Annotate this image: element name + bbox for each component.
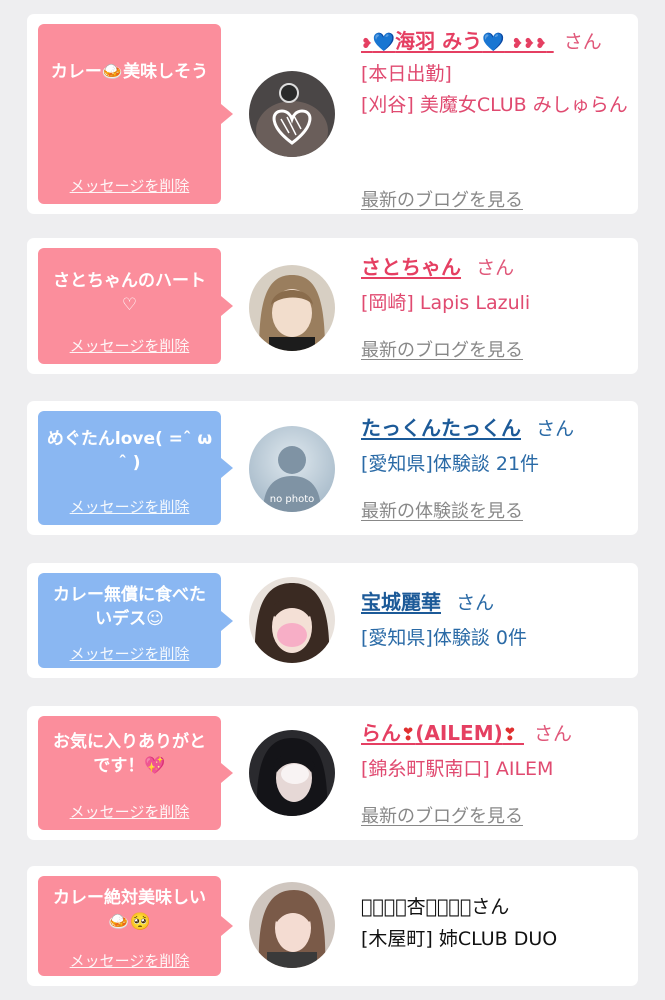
message-bubble: さとちゃんのハート♡ メッセージを削除 xyxy=(38,248,233,364)
message-list: カレー🍛美味しそう メッセージを削除 ❥💙海羽 みう💙 ❥❥❥ さん [本日出勤… xyxy=(0,0,665,1000)
message-bubble: カレー🍛美味しそう メッセージを削除 xyxy=(38,24,233,204)
list-item: カレー無償に食べたいデス☺ メッセージを削除 宝城麗華 さん [愛知県]体験談 … xyxy=(27,563,638,678)
list-item: カレー絶対美味しい🍛🥺 メッセージを削除 ฺ⃝ฺ⃝杏ฺ⃝ฺ⃝さん [木屋町] 姉… xyxy=(27,866,638,986)
delete-message-link[interactable]: メッセージを削除 xyxy=(38,950,221,971)
no-photo-label: no photo xyxy=(270,494,314,505)
message-text: カレー絶対美味しい🍛🥺 xyxy=(53,888,206,932)
message-text: カレー🍛美味しそう xyxy=(50,62,209,82)
latest-blog-link[interactable]: 最新のブログを見る xyxy=(361,336,523,362)
user-info: さとちゃん さん [岡崎] Lapis Lazuli 最新のブログを見る xyxy=(361,252,628,368)
message-text: カレー無償に食べたいデス☺ xyxy=(53,585,206,629)
delete-message-link[interactable]: メッセージを削除 xyxy=(38,335,221,356)
list-item: お気に入りありがとです！💖 メッセージを削除 らん❣(AILEM)❣ さん [錦… xyxy=(27,706,638,840)
message-bubble: カレー無償に食べたいデス☺ メッセージを削除 xyxy=(38,573,233,668)
latest-review-link[interactable]: 最新の体験談を見る xyxy=(361,497,523,523)
honorific: さん xyxy=(456,592,495,614)
user-info: ❥💙海羽 みう💙 ❥❥❥ さん [本日出勤] [刈谷] 美魔女CLUB みしゅら… xyxy=(361,26,628,211)
user-name[interactable]: ฺ⃝ฺ⃝杏ฺ⃝ฺ⃝さん xyxy=(361,892,628,922)
user-name-shop: (AILEM) xyxy=(415,721,503,745)
message-bubble: カレー絶対美味しい🍛🥺 メッセージを削除 xyxy=(38,876,233,976)
shop-text: [岡崎] Lapis Lazuli xyxy=(361,292,531,314)
user-info: らん❣(AILEM)❣ さん [錦糸町駅南口] AILEM 最新のブログを見る xyxy=(361,718,628,832)
honorific: さん xyxy=(533,723,572,745)
user-name-link[interactable]: さとちゃん xyxy=(361,255,461,279)
honorific: さん xyxy=(563,31,602,53)
message-text: お気に入りありがとです！💖 xyxy=(53,732,206,776)
user-name-link[interactable]: 宝城麗華 xyxy=(361,590,441,614)
review-count-text: [愛知県]体験談 0件 xyxy=(361,627,527,649)
shop-text: [木屋町] 姉CLUB DUO xyxy=(361,928,558,950)
user-name: 海羽 みう xyxy=(395,29,483,53)
message-bubble: めぐたんlove( =ˆ ω ˆ ) メッセージを削除 xyxy=(38,411,233,525)
honorific: さん xyxy=(476,257,515,279)
user-name: らん xyxy=(361,721,401,745)
delete-message-link[interactable]: メッセージを削除 xyxy=(38,801,221,822)
list-item: めぐたんlove( =ˆ ω ˆ ) メッセージを削除 no photo たっく… xyxy=(27,401,638,535)
blue-heart-icon: 💙 xyxy=(482,32,505,53)
avatar[interactable] xyxy=(249,882,335,968)
shop-text: [錦糸町駅南口] AILEM xyxy=(361,758,554,780)
avatar[interactable] xyxy=(249,71,335,157)
message-text: めぐたんlove( =ˆ ω ˆ ) xyxy=(46,429,213,473)
heart-exclamation-icon: ❣ xyxy=(401,725,416,745)
list-item: カレー🍛美味しそう メッセージを削除 ❥💙海羽 みう💙 ❥❥❥ さん [本日出勤… xyxy=(27,14,638,214)
avatar[interactable] xyxy=(249,730,335,816)
avatar[interactable]: no photo xyxy=(249,426,335,512)
latest-blog-link[interactable]: 最新のブログを見る xyxy=(361,802,523,828)
user-info: ฺ⃝ฺ⃝杏ฺ⃝ฺ⃝さん [木屋町] 姉CLUB DUO xyxy=(361,892,628,972)
user-info: 宝城麗華 さん [愛知県]体験談 0件 xyxy=(361,587,628,667)
delete-message-link[interactable]: メッセージを削除 xyxy=(38,643,221,664)
avatar[interactable] xyxy=(249,265,335,351)
arrow-icon: ❥ xyxy=(361,36,373,52)
status-text: [本日出勤] xyxy=(361,63,452,85)
review-count-text: [愛知県]体験談 21件 xyxy=(361,453,540,475)
user-info: たっくんたっくん さん [愛知県]体験談 21件 最新の体験談を見る xyxy=(361,413,628,527)
delete-message-link[interactable]: メッセージを削除 xyxy=(38,175,221,196)
user-name-link[interactable]: たっくんたっくん xyxy=(361,416,521,440)
heart-exclamation-icon: ❣ xyxy=(502,725,518,745)
avatar[interactable] xyxy=(249,577,335,663)
honorific: さん xyxy=(536,418,575,440)
message-bubble: お気に入りありがとです！💖 メッセージを削除 xyxy=(38,716,233,830)
arrow-icon: ❥❥❥ xyxy=(511,36,547,52)
blue-heart-icon: 💙 xyxy=(372,32,396,53)
user-name-link[interactable]: らん❣(AILEM)❣ xyxy=(361,721,524,745)
shop-text: [刈谷] 美魔女CLUB みしゅらん xyxy=(361,94,628,116)
list-item: さとちゃんのハート♡ メッセージを削除 さとちゃん さん [岡崎] Lapis … xyxy=(27,238,638,374)
message-text: さとちゃんのハート♡ xyxy=(53,271,206,315)
user-name-link[interactable]: ❥💙海羽 みう💙 ❥❥❥ xyxy=(361,29,554,53)
latest-blog-link[interactable]: 最新のブログを見る xyxy=(361,186,523,212)
delete-message-link[interactable]: メッセージを削除 xyxy=(38,496,221,517)
